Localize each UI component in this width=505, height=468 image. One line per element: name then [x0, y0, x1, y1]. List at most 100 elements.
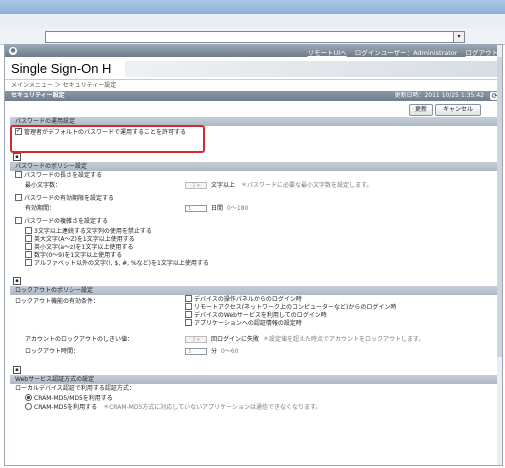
lockout-conditions: デバイスの操作パネルからのログイン時 リモートアクセス(ネットワーク上のコンピュ… — [185, 295, 397, 328]
min-length-row[interactable]: パスワードの長さを設定する — [5, 171, 502, 181]
expiry-checkbox[interactable] — [15, 194, 22, 201]
address-bar[interactable]: ▾ — [45, 31, 465, 43]
expiry-label: パスワードの有効期限を設定する — [24, 195, 115, 202]
complexity-options: 3文字以上連続する文字列の使用を禁止する 英大文字(A～Z)を1文字以上使用する… — [5, 227, 502, 268]
complexity-option-checkbox[interactable] — [25, 243, 32, 250]
page-frame: ● リモートUIへ ログインユーザー：Administrator ログアウト S… — [4, 44, 503, 466]
auth-option-hint: ＊CRAM-MD5方式に対応していないアプリケーションは通信できなくなります。 — [103, 404, 322, 411]
update-datetime: 更新日時：2011 10/25 1:35:42 — [394, 92, 484, 99]
lockout-threshold-hint: ＊設定値を超えた時点でアカウントをロックアウトします。 — [263, 336, 425, 343]
lockout-duration-input[interactable]: 3 — [185, 348, 207, 355]
brand-banner — [125, 61, 502, 77]
lockout-duration-unit: 分 — [211, 348, 218, 355]
lockout-condition[interactable]: アプリケーションへの認証情報の設定時 — [185, 319, 396, 328]
complexity-label: パスワードの複雑さを設定する — [24, 218, 109, 225]
lockout-condition[interactable]: デバイスの操作パネルからのログイン時 — [185, 295, 396, 304]
scroll-thumb[interactable] — [497, 57, 502, 357]
scrollbar[interactable] — [497, 45, 502, 465]
complexity-option-checkbox[interactable] — [25, 227, 32, 234]
lockout-condition-checkbox[interactable] — [185, 311, 192, 318]
auth-option-row[interactable]: CRAM-MD5/MD5を利用する — [5, 394, 502, 403]
lockout-conditions-block: ロックアウト機能の有効条件： デバイスの操作パネルからのログイン時 リモートアク… — [5, 295, 502, 333]
lockout-condition-text: リモートアクセス(ネットワーク上のコンピューターなど)からのログイン時 — [194, 304, 397, 311]
collapse-row-1: ▪ — [5, 152, 502, 162]
complexity-option[interactable]: 英小文字(a～z)を1文字以上使用する — [25, 243, 502, 252]
lockout-duration-range: 0～60 — [221, 348, 239, 355]
complexity-row[interactable]: パスワードの複雑さを設定する — [5, 217, 502, 227]
auth-option-radio[interactable] — [25, 403, 32, 410]
top-nav: リモートUIへ ログインユーザー：Administrator ログアウト — [301, 47, 498, 57]
webservice-auth-heading: Webサービス認証方式の設定 — [10, 375, 497, 384]
breadcrumb[interactable]: メインメニュー ＞ セキュリティー設定 — [5, 80, 502, 91]
min-length-checkbox[interactable] — [15, 171, 22, 178]
complexity-option[interactable]: 数字(0～9)を1文字以上使用する — [25, 251, 502, 260]
browser-toolbar — [0, 14, 505, 29]
lockout-threshold-row: アカウントのロックアウトのしきい値： 3 ▾ 回ログインに失敗 ＊設定値を超えた… — [5, 335, 502, 345]
auth-option-radio[interactable] — [25, 394, 32, 401]
min-chars-row: 最小文字数： 1 ▾ 文字以上 ＊パスワードに必要な最小文字数を設定します。 — [5, 181, 502, 191]
expiry-input[interactable]: 1 — [185, 205, 207, 212]
cancel-button[interactable]: キャンセル — [435, 104, 481, 116]
auth-method-label: ローカルデバイス認証で利用する認証方式： — [15, 385, 135, 392]
brand-title: Single Sign-On H — [11, 61, 112, 76]
complexity-option-label: アルファベット以外の文字(!, $, #, %など)を1文字以上使用する — [34, 260, 209, 267]
complexity-option[interactable]: 3文字以上連続する文字列の使用を禁止する — [25, 227, 502, 236]
password-policy-heading: パスワードのポリシー設定 — [10, 162, 497, 171]
lockout-condition-checkbox[interactable] — [185, 319, 192, 326]
auth-option-row[interactable]: CRAM-MD5を利用する ＊CRAM-MD5方式に対応していないアプリケーショ… — [5, 403, 502, 412]
lockout-duration-row: ロックアウト時間： 3 分 0～60 — [5, 347, 502, 357]
lockout-condition-checkbox[interactable] — [185, 295, 192, 302]
complexity-option[interactable]: 英大文字(A～Z)を1文字以上使用する — [25, 235, 502, 244]
address-dropdown-icon[interactable]: ▾ — [453, 32, 464, 42]
lockout-threshold-label: アカウントのロックアウトのしきい値： — [25, 336, 134, 343]
login-user-label: ログインユーザー：Administrator — [354, 49, 458, 57]
logout-link[interactable]: ログアウト — [466, 49, 499, 57]
lockout-policy-heading: ロックアウトのポリシー設定 — [10, 286, 497, 295]
complexity-option-label: 英小文字(a～z)を1文字以上使用する — [34, 244, 134, 251]
lockout-condition-text: アプリケーションへの認証情報の設定時 — [194, 320, 302, 327]
brand-row: Single Sign-On H — [5, 57, 502, 80]
collapse-row-2: ▪ — [5, 276, 502, 286]
lockout-condition-checkbox[interactable] — [185, 303, 192, 310]
update-button[interactable]: 更新 — [409, 104, 433, 116]
complexity-checkbox[interactable] — [15, 217, 22, 224]
expiry-row[interactable]: パスワードの有効期限を設定する — [5, 194, 502, 204]
auth-option-label: CRAM-MD5を利用する — [34, 404, 98, 411]
lockout-condition-label: ロックアウト機能の有効条件： — [15, 298, 100, 305]
min-chars-unit: 文字以上 — [211, 182, 236, 189]
page-title-bar: セキュリティー設定 更新日時：2011 10/25 1:35:42 ⟳ — [5, 91, 502, 101]
complexity-option-label: 数字(0～9)を1文字以上使用する — [34, 252, 123, 259]
min-chars-select[interactable]: 1 ▾ — [185, 182, 207, 189]
collapse-icon[interactable]: ▪ — [13, 277, 21, 285]
expiry-period-row: 有効期間： 1 日間 0～180 — [5, 204, 502, 214]
lockout-condition[interactable]: リモートアクセス(ネットワーク上のコンピューターなど)からのログイン時 — [185, 303, 397, 312]
lockout-condition[interactable]: デバイスのWebサービスを利用してのログイン時 — [185, 311, 396, 320]
lockout-condition-text: デバイスの操作パネルからのログイン時 — [194, 296, 302, 303]
expiry-unit: 日間 — [211, 205, 224, 212]
collapse-row-3: ▪ — [5, 365, 502, 375]
remote-ui-link[interactable]: リモートUIへ — [307, 49, 346, 57]
highlight-box — [10, 125, 205, 153]
lockout-threshold-select[interactable]: 3 ▾ — [185, 336, 207, 343]
device-icon: ● — [9, 47, 17, 55]
action-buttons: 更新 キャンセル — [5, 101, 502, 117]
complexity-option-checkbox[interactable] — [25, 251, 32, 258]
complexity-option-label: 3文字以上連続する文字列の使用を禁止する — [34, 228, 152, 235]
lockout-threshold-suffix: 回ログインに失敗 — [211, 336, 260, 343]
expiry-period-label: 有効期間： — [25, 205, 56, 212]
top-strip: ● リモートUIへ ログインユーザー：Administrator ログアウト — [5, 45, 502, 57]
complexity-option-checkbox[interactable] — [25, 259, 32, 266]
collapse-icon[interactable]: ▪ — [13, 153, 21, 161]
collapse-icon[interactable]: ▪ — [13, 366, 21, 374]
complexity-option-label: 英大文字(A～Z)を1文字以上使用する — [34, 236, 135, 243]
page-title: セキュリティー設定 — [11, 92, 65, 99]
min-chars-hint: ＊パスワードに必要な最小文字数を設定します。 — [241, 182, 373, 189]
complexity-option[interactable]: アルファベット以外の文字(!, $, #, %など)を1文字以上使用する — [25, 259, 502, 268]
lockout-threshold-value: 3 — [192, 337, 196, 343]
auth-option-label: CRAM-MD5/MD5を利用する — [34, 395, 113, 402]
min-chars-value: 1 — [192, 183, 196, 189]
browser-title-bar — [0, 0, 505, 14]
complexity-option-checkbox[interactable] — [25, 235, 32, 242]
